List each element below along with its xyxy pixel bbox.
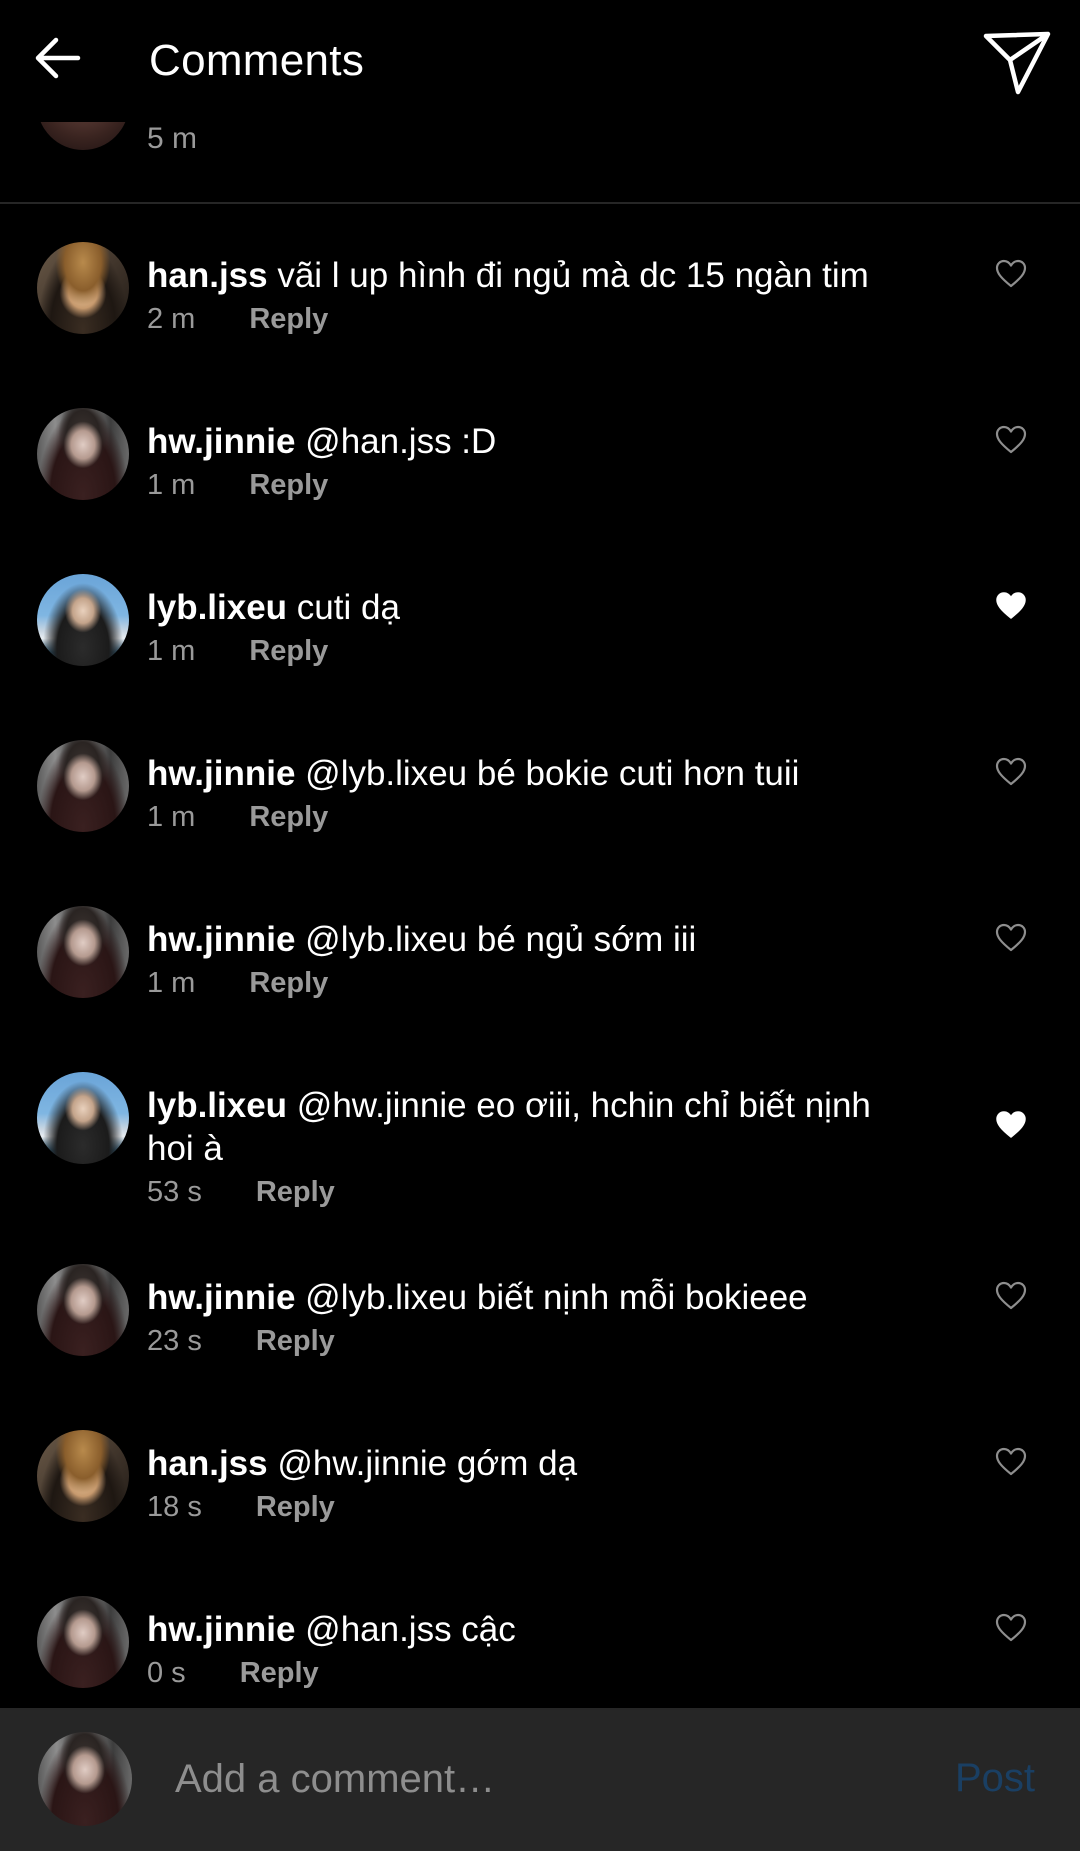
header-bar: Comments (0, 0, 1080, 122)
comment-time: 23 s (147, 1325, 202, 1357)
comment-time: 5 m (147, 122, 198, 155)
comment-username[interactable]: hw.jinnie (147, 754, 295, 793)
comment-meta: 18 s Reply (147, 1491, 335, 1524)
avatar[interactable] (37, 740, 129, 832)
heart-icon[interactable] (995, 757, 1027, 787)
divider (0, 202, 1080, 204)
comment-time: 1 m (147, 635, 196, 667)
comment-time: 2 m (147, 303, 196, 335)
back-button[interactable] (30, 30, 86, 86)
comment-body: @han.jss cậc (295, 1610, 516, 1649)
avatar[interactable] (37, 906, 129, 998)
comment-meta: 23 s Reply (147, 1325, 335, 1358)
comment-row: hw.jinnie @han.jss :D 1 m Reply (0, 406, 1080, 556)
post-button[interactable]: Post (955, 1756, 1035, 1801)
comment-text: lyb.lixeu cuti dạ (147, 586, 907, 629)
comment-body: @hw.jinnie gớm dạ (267, 1444, 578, 1483)
avatar[interactable] (37, 1596, 129, 1688)
comment-time: 18 s (147, 1491, 202, 1523)
send-button[interactable] (982, 30, 1052, 96)
reply-button[interactable]: Reply (249, 469, 328, 502)
reply-button[interactable]: Reply (249, 801, 328, 834)
heart-icon[interactable] (995, 425, 1027, 455)
heart-icon[interactable] (995, 1447, 1027, 1477)
page-title: Comments (149, 36, 365, 85)
arrow-left-icon (35, 37, 81, 79)
comment-row: hw.jinnie @lyb.lixeu bé bokie cuti hơn t… (0, 738, 1080, 888)
reply-button[interactable]: Reply (256, 1325, 335, 1358)
avatar[interactable] (37, 574, 129, 666)
comment-row: hw.jinnie @lyb.lixeu biết nịnh mỗi bokie… (0, 1262, 1080, 1412)
comment-body: @lyb.lixeu bé ngủ sớm iii (295, 920, 697, 959)
comment-username[interactable]: lyb.lixeu (147, 1086, 287, 1125)
comment-text: hw.jinnie @lyb.lixeu bé bokie cuti hơn t… (147, 752, 907, 795)
heart-icon[interactable] (995, 923, 1027, 953)
comment-meta: 53 s Reply (147, 1176, 335, 1209)
comment-row: hw.jinnie @lyb.lixeu bé ngủ sớm iii 1 m Re… (0, 904, 1080, 1054)
avatar[interactable] (37, 1264, 129, 1356)
comment-username[interactable]: hw.jinnie (147, 920, 295, 959)
comment-time: 1 m (147, 967, 196, 999)
avatar[interactable] (37, 242, 129, 334)
comment-meta: 1 m Reply (147, 635, 328, 668)
comment-body: @lyb.lixeu biết nịnh mỗi bokieee (295, 1278, 808, 1317)
comment-username[interactable]: lyb.lixeu (147, 588, 287, 627)
comment-meta: 0 s Reply (147, 1657, 319, 1690)
comment-row: lyb.lixeu @hw.jinnie eo ơiii, hchin chỉ … (0, 1070, 1080, 1220)
comment-body: @han.jss :D (295, 422, 497, 461)
comment-username[interactable]: hw.jinnie (147, 1278, 295, 1317)
heart-icon[interactable] (995, 1281, 1027, 1311)
comment-body: vãi l up hình đi ngủ mà dc 15 ngàn tim (267, 256, 869, 295)
comment-body: cuti dạ (287, 588, 400, 627)
comment-text: han.jss @hw.jinnie gớm dạ (147, 1442, 907, 1485)
comment-row: han.jss @hw.jinnie gớm dạ 18 s Reply (0, 1428, 1080, 1578)
comment-time: 1 m (147, 801, 196, 833)
comment-text: hw.jinnie @han.jss :D (147, 420, 907, 463)
comment-meta: 1 m Reply (147, 967, 328, 1000)
paper-plane-icon (983, 31, 1051, 95)
comment-username[interactable]: han.jss (147, 1444, 268, 1483)
reply-button[interactable]: Reply (256, 1176, 335, 1209)
avatar (38, 1732, 132, 1826)
comment-body: @lyb.lixeu bé bokie cuti hơn tuii (295, 754, 800, 793)
comment-input[interactable] (175, 1754, 915, 1804)
comment-row: lyb.lixeu cuti dạ 1 m Reply (0, 572, 1080, 722)
comment-time: 53 s (147, 1176, 202, 1208)
comment-username[interactable]: hw.jinnie (147, 422, 295, 461)
comment-meta: 2 m Reply (147, 303, 328, 336)
comment-time: 1 m (147, 469, 196, 501)
comment-text: lyb.lixeu @hw.jinnie eo ơiii, hchin chỉ … (147, 1084, 907, 1170)
comment-username[interactable]: han.jss (147, 256, 268, 295)
comment-text: hw.jinnie @lyb.lixeu bé ngủ sớm iii (147, 918, 907, 961)
comment-time: 0 s (147, 1657, 186, 1689)
comment-username[interactable]: hw.jinnie (147, 1610, 295, 1649)
comment-meta: 1 m Reply (147, 801, 328, 834)
heart-icon[interactable] (995, 1613, 1027, 1643)
comment-text: han.jss vãi l up hình đi ngủ mà dc 15 ng… (147, 254, 907, 297)
reply-button[interactable]: Reply (249, 967, 328, 1000)
comment-text: hw.jinnie @lyb.lixeu biết nịnh mỗi bokie… (147, 1276, 907, 1319)
heart-filled-icon[interactable] (995, 591, 1027, 621)
comments-screen: Comments 5 m han.jss vãi l up hình đi ng… (0, 0, 1080, 1851)
avatar[interactable] (37, 1430, 129, 1522)
comment-text: hw.jinnie @han.jss cậc (147, 1608, 907, 1651)
comment-row: han.jss vãi l up hình đi ngủ mà dc 15 ng… (0, 240, 1080, 390)
avatar[interactable] (37, 408, 129, 500)
comment-meta: 1 m Reply (147, 469, 328, 502)
reply-button[interactable]: Reply (256, 1491, 335, 1524)
heart-filled-icon[interactable] (995, 1110, 1027, 1140)
reply-button[interactable]: Reply (249, 303, 328, 336)
reply-button[interactable]: Reply (249, 635, 328, 668)
comment-composer: Post (0, 1708, 1080, 1851)
heart-icon[interactable] (995, 259, 1027, 289)
reply-button[interactable]: Reply (240, 1657, 319, 1690)
avatar[interactable] (37, 1072, 129, 1164)
